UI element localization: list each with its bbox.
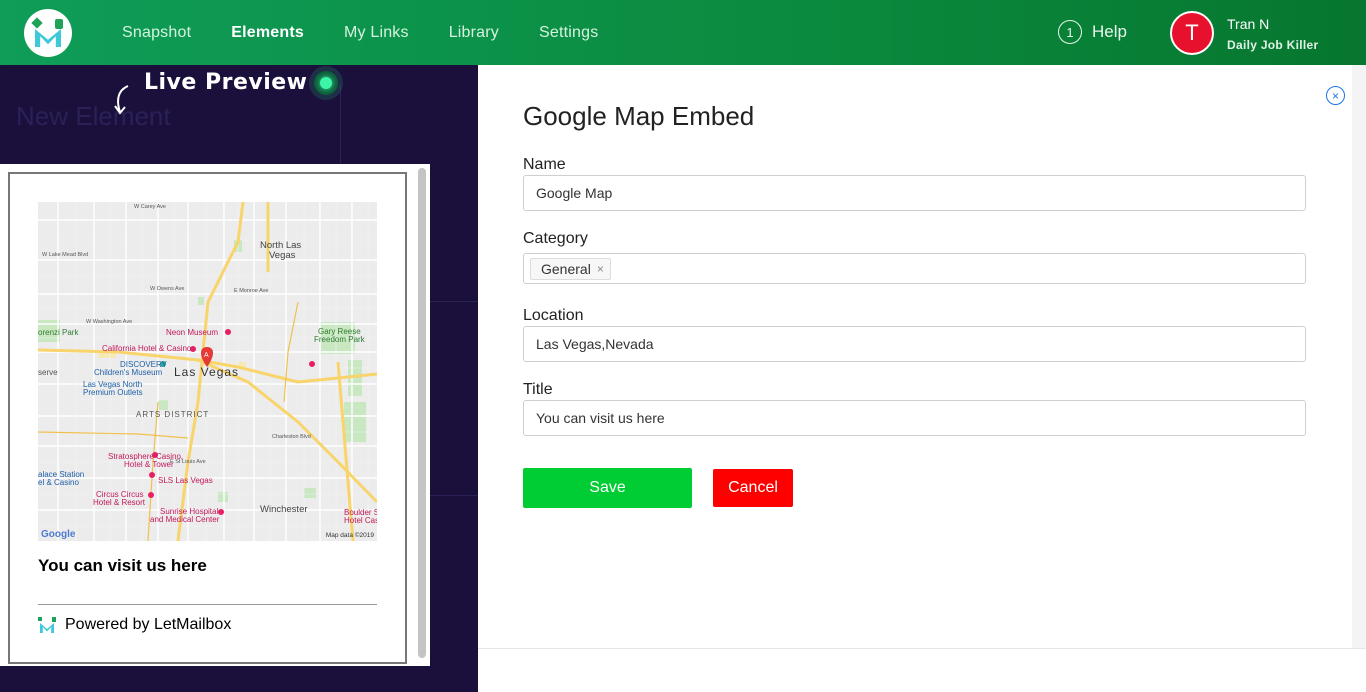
user-info[interactable]: Tran N Daily Job Killer [1227, 16, 1319, 52]
panel-footer [478, 648, 1366, 692]
background-divider [340, 85, 341, 175]
nav-item-settings[interactable]: Settings [539, 24, 598, 42]
map-label: W Washington Ave [86, 319, 133, 325]
title-label: Title [523, 381, 553, 398]
map-label: E St Louis Ave [170, 459, 206, 465]
user-subtitle: Daily Job Killer [1227, 38, 1319, 52]
map-label: Freedom Park [314, 335, 365, 344]
preview-divider [38, 604, 377, 605]
live-preview-label: Live Preview [144, 70, 308, 95]
user-avatar[interactable]: T [1170, 11, 1214, 55]
map-label: E Monroe Ave [234, 288, 269, 294]
close-icon[interactable]: × [1326, 86, 1345, 105]
save-button[interactable]: Save [523, 468, 692, 508]
map-label: W Carey Ave [134, 204, 166, 210]
map-label: Vegas [269, 250, 296, 261]
powered-by-footer[interactable]: Powered by LetMailbox [38, 616, 231, 634]
google-logo: Google [41, 529, 76, 540]
top-navbar: Snapshot Elements My Links Library Setti… [0, 0, 1366, 65]
help-label: Help [1092, 22, 1127, 41]
location-input[interactable] [523, 326, 1306, 362]
map-label: W Lake Mead Blvd [42, 252, 89, 258]
map-label: ARTS DISTRICT [136, 410, 210, 419]
letmailbox-logo-icon [38, 617, 56, 633]
map-label: Hotel Cas [344, 516, 377, 525]
map-label: California Hotel & Casino [102, 344, 192, 353]
nav-item-my-links[interactable]: My Links [344, 24, 409, 42]
title-input[interactable] [523, 400, 1306, 436]
map-label: W Owens Ave [150, 286, 185, 292]
map-label: serve [38, 368, 58, 377]
location-label: Location [523, 307, 584, 324]
panel-edge [1352, 65, 1366, 648]
preview-title: You can visit us here [38, 556, 207, 575]
info-icon: 1 [1058, 20, 1082, 44]
help-link[interactable]: 1 Help [1058, 20, 1127, 44]
google-map-embed[interactable]: A North Las Vegas Las Vegas Neon Museum … [38, 202, 377, 541]
background-divider [430, 495, 478, 496]
cancel-button[interactable]: Cancel [713, 469, 793, 507]
map-label: Charleston Blvd [272, 434, 311, 440]
map-label: el & Casino [38, 478, 79, 487]
preview-panel: A North Las Vegas Las Vegas Neon Museum … [0, 164, 430, 666]
main-nav: Snapshot Elements My Links Library Setti… [122, 0, 638, 65]
map-label: Hotel & Tower [124, 460, 174, 469]
map-label: orenzi Park [38, 328, 79, 337]
preview-scrollbar[interactable] [418, 168, 426, 658]
category-tag-label: General [541, 261, 591, 277]
app-logo-icon[interactable] [24, 9, 72, 57]
form-title: Google Map Embed [523, 101, 755, 131]
background-page-title: New Element [16, 101, 171, 131]
map-data-attribution: Map data ©2019 [325, 532, 374, 539]
map-label: Las Vegas [174, 365, 240, 379]
map-label: and Medical Center [150, 515, 220, 524]
category-tag: General × [530, 258, 611, 280]
map-label: Neon Museum [166, 328, 219, 337]
map-label: Children's Museum [94, 368, 163, 377]
nav-item-library[interactable]: Library [449, 24, 499, 42]
map-label: Premium Outlets [83, 388, 143, 397]
name-label: Name [523, 156, 566, 173]
curved-arrow-icon [114, 85, 129, 115]
user-name: Tran N [1227, 16, 1270, 32]
map-label: SLS Las Vegas [158, 476, 213, 485]
tag-remove-icon[interactable]: × [597, 262, 604, 276]
map-label: Winchester [260, 504, 308, 515]
nav-item-elements[interactable]: Elements [231, 24, 304, 42]
map-label: Hotel & Resort [93, 498, 146, 507]
live-status-dot-icon [309, 66, 343, 100]
background-divider [430, 301, 478, 302]
powered-by-text: Powered by LetMailbox [65, 616, 232, 633]
preview-card: A North Las Vegas Las Vegas Neon Museum … [8, 172, 407, 664]
name-input[interactable] [523, 175, 1306, 211]
category-select[interactable]: General × [523, 253, 1306, 284]
category-label: Category [523, 230, 588, 247]
nav-item-snapshot[interactable]: Snapshot [122, 24, 191, 42]
map-marker-letter: A [204, 352, 209, 359]
